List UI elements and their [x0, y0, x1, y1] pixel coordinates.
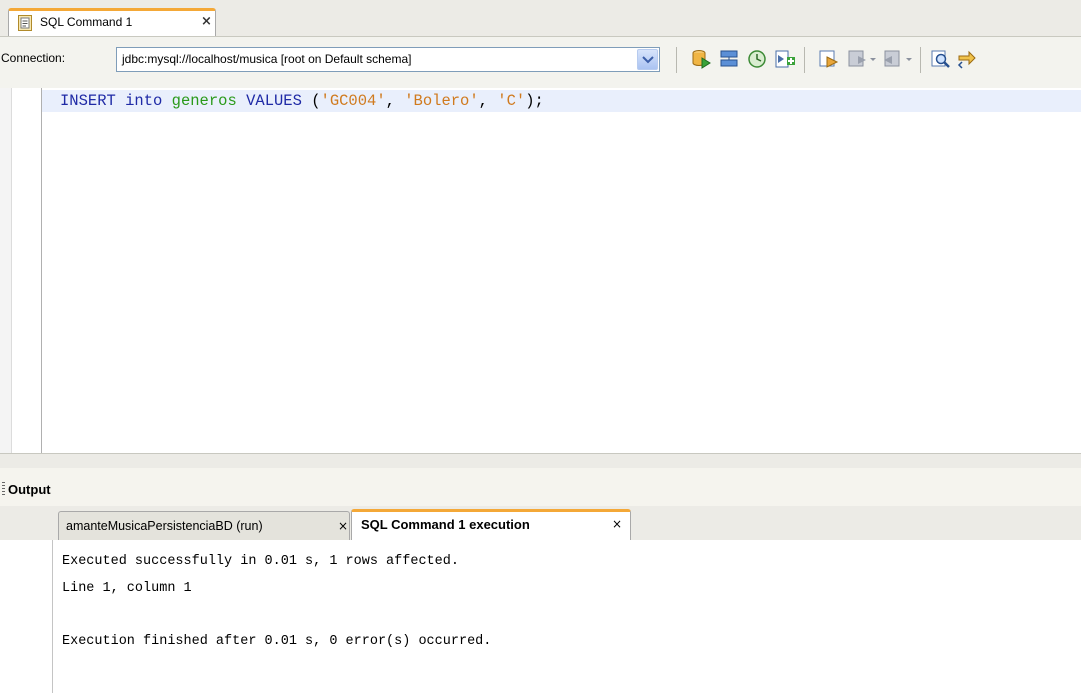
tab-label: SQL Command 1: [40, 15, 133, 29]
table-identifier: generos: [171, 92, 237, 110]
connection-select[interactable]: jdbc:mysql://localhost/musica [root on D…: [116, 47, 660, 72]
dropdown-arrow-icon[interactable]: [637, 49, 658, 70]
prev-bookmark-icon[interactable]: [846, 48, 868, 70]
tab-label: SQL Command 1 execution: [361, 517, 530, 532]
chevron-down-icon[interactable]: [868, 48, 878, 70]
tab-run-output[interactable]: amanteMusicaPersistenciaBD (run) ×: [58, 511, 350, 540]
editor-gutter: [0, 88, 42, 453]
keyword-values: VALUES: [246, 92, 302, 110]
tab-sql-command-1[interactable]: SQL Command 1 ×: [8, 8, 216, 36]
toolbar-separator: [920, 47, 921, 73]
history-icon[interactable]: [746, 48, 768, 70]
string-literal-2: 'Bolero': [404, 92, 479, 110]
next-bookmark-icon[interactable]: [882, 48, 904, 70]
close-tab-icon[interactable]: ×: [201, 14, 212, 29]
output-line: Line 1, column 1: [62, 581, 192, 596]
connection-value: jdbc:mysql://localhost/musica [root on D…: [122, 52, 412, 66]
sql-toolbar: Connection: jdbc:mysql://localhost/music…: [0, 36, 1081, 88]
splitter[interactable]: [0, 453, 1081, 468]
console-divider: [52, 540, 53, 693]
drag-grip-icon[interactable]: [2, 482, 5, 496]
toolbar-separator: [676, 47, 677, 73]
output-line: Execution finished after 0.01 s, 0 error…: [62, 634, 492, 649]
run-sql-icon[interactable]: [690, 48, 712, 70]
open-paren: (: [301, 92, 321, 110]
sql-editor[interactable]: INSERT into generos VALUES ('GC004', 'Bo…: [0, 88, 1081, 453]
close-tab-icon[interactable]: ×: [612, 517, 622, 531]
tab-sql-execution[interactable]: SQL Command 1 execution ×: [351, 509, 631, 540]
connection-label: Connection:: [1, 51, 66, 65]
output-title: Output: [8, 482, 51, 497]
comma-2: ,: [478, 92, 498, 110]
output-header: Output: [0, 468, 1081, 506]
close-paren: );: [525, 92, 544, 110]
replace-icon[interactable]: [956, 48, 978, 70]
string-literal-1: 'GC004': [320, 92, 386, 110]
keyword-into: into: [125, 92, 163, 110]
output-console[interactable]: Executed successfully in 0.01 s, 1 rows …: [0, 540, 1081, 693]
add-icon[interactable]: [774, 48, 796, 70]
find-icon[interactable]: [930, 48, 952, 70]
editor-tab-strip: SQL Command 1 ×: [0, 0, 1081, 36]
keyword-insert: INSERT: [60, 92, 116, 110]
toolbar-separator: [804, 47, 805, 73]
chevron-down-icon[interactable]: [904, 48, 914, 70]
string-literal-3: 'C': [497, 92, 526, 110]
tab-label: amanteMusicaPersistenciaBD (run): [66, 519, 263, 533]
output-line: Executed successfully in 0.01 s, 1 rows …: [62, 554, 459, 569]
sql-document-icon: [18, 15, 32, 31]
output-tab-strip: amanteMusicaPersistenciaBD (run) × SQL C…: [0, 506, 1081, 540]
close-tab-icon[interactable]: ×: [338, 519, 348, 533]
bookmark-icon[interactable]: [818, 48, 840, 70]
code-line-1[interactable]: INSERT into generos VALUES ('GC004', 'Bo…: [60, 92, 544, 110]
comma-1: ,: [385, 92, 405, 110]
execute-icon[interactable]: [718, 48, 740, 70]
